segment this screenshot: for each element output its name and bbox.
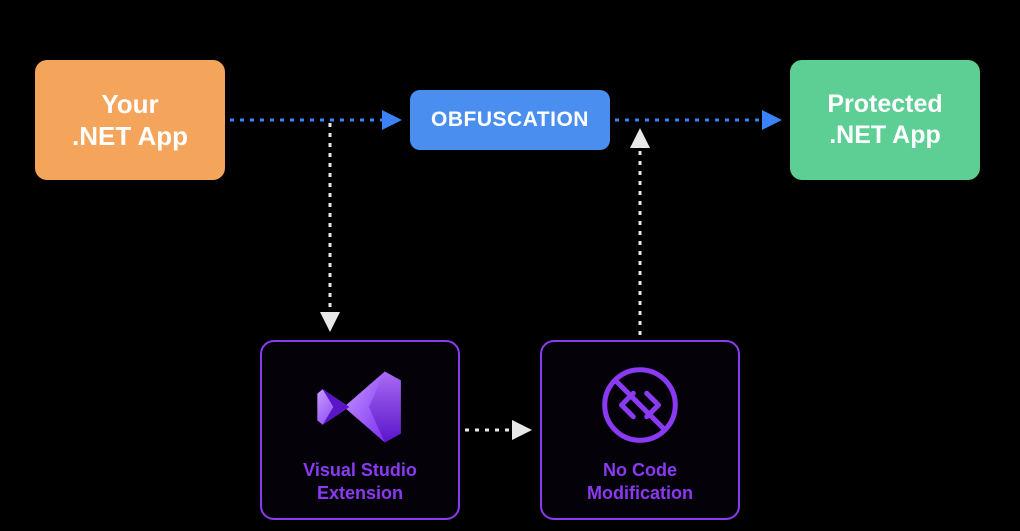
diagram-stage: Your.NET App OBFUSCATION Protected.NET A… bbox=[0, 0, 1020, 531]
connector-layer bbox=[0, 0, 1020, 531]
